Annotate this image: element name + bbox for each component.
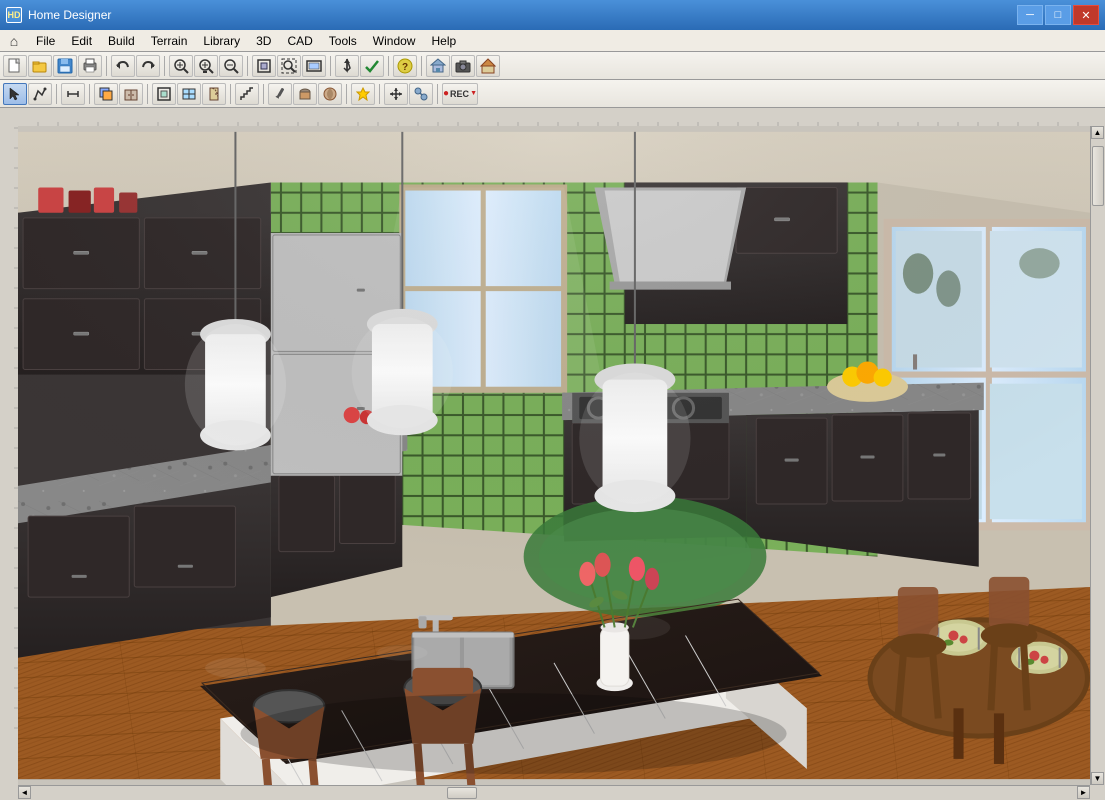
menu-file[interactable]: File xyxy=(28,30,63,51)
paint-button[interactable] xyxy=(268,83,292,105)
transform-button[interactable] xyxy=(384,83,408,105)
polyline-button[interactable] xyxy=(28,83,52,105)
scroll-right-button[interactable]: ► xyxy=(1077,786,1090,799)
menu-terrain[interactable]: Terrain xyxy=(143,30,196,51)
separator-3 xyxy=(247,56,248,76)
toolbar-1: ? xyxy=(0,52,1105,80)
app-icon: HD xyxy=(6,7,22,23)
separator-6 xyxy=(421,56,422,76)
fill-screen-button[interactable] xyxy=(302,55,326,77)
svg-text:?: ? xyxy=(402,62,408,73)
3d-viewport[interactable] xyxy=(18,126,1090,785)
door-tool-button[interactable] xyxy=(202,83,226,105)
top-ruler xyxy=(18,108,1105,126)
window-tool-button[interactable] xyxy=(177,83,201,105)
separator-t2-4 xyxy=(230,84,231,104)
fill-tool-button[interactable] xyxy=(94,83,118,105)
texture-button[interactable] xyxy=(293,83,317,105)
menu-edit[interactable]: Edit xyxy=(63,30,100,51)
help-button[interactable]: ? xyxy=(393,55,417,77)
select-tool-button[interactable] xyxy=(3,83,27,105)
separator-t2-8 xyxy=(437,84,438,104)
window-title: Home Designer xyxy=(28,8,1017,22)
house-front-button[interactable] xyxy=(476,55,500,77)
camera-button[interactable] xyxy=(451,55,475,77)
separator-2 xyxy=(164,56,165,76)
cabinet-tool-button[interactable] xyxy=(119,83,143,105)
material-button[interactable] xyxy=(318,83,342,105)
minimize-button[interactable]: ─ xyxy=(1017,5,1043,25)
scroll-down-button[interactable]: ▼ xyxy=(1091,772,1104,785)
menu-cad[interactable]: CAD xyxy=(279,30,320,51)
undo-button[interactable] xyxy=(111,55,135,77)
zoom-in-button[interactable] xyxy=(194,55,218,77)
kitchen-scene-svg xyxy=(18,126,1090,785)
separator-t2-3 xyxy=(147,84,148,104)
window-controls: ─ □ ✕ xyxy=(1017,5,1099,25)
scroll-thumb-vertical[interactable] xyxy=(1092,146,1104,206)
separator-t2-7 xyxy=(379,84,380,104)
connect-button[interactable] xyxy=(409,83,433,105)
new-button[interactable] xyxy=(3,55,27,77)
interior-button[interactable] xyxy=(152,83,176,105)
redo-button[interactable] xyxy=(136,55,160,77)
print-button[interactable] xyxy=(78,55,102,77)
main-area: ▲ ▼ ◄ ► xyxy=(0,108,1105,800)
check-button[interactable] xyxy=(360,55,384,77)
scroll-up-button[interactable]: ▲ xyxy=(1091,126,1104,139)
menu-tools[interactable]: Tools xyxy=(321,30,365,51)
3d-house-button[interactable] xyxy=(426,55,450,77)
save-button[interactable] xyxy=(53,55,77,77)
separator-5 xyxy=(388,56,389,76)
scrollbar-corner xyxy=(1090,785,1105,800)
menu-build[interactable]: Build xyxy=(100,30,143,51)
title-bar: HD Home Designer ─ □ ✕ xyxy=(0,0,1105,30)
vertical-scrollbar[interactable]: ▲ ▼ xyxy=(1090,126,1105,785)
menu-library[interactable]: Library xyxy=(195,30,248,51)
toolbar-2: ● REC ▼ xyxy=(0,80,1105,108)
zoom-fit-button[interactable] xyxy=(252,55,276,77)
scroll-left-button[interactable]: ◄ xyxy=(18,786,31,799)
arrow-tool-button[interactable] xyxy=(335,55,359,77)
zoom-magnify-button[interactable] xyxy=(169,55,193,77)
horizontal-scrollbar[interactable]: ◄ ► xyxy=(18,785,1090,800)
menu-bar: ⌂ File Edit Build Terrain Library 3D CAD… xyxy=(0,30,1105,52)
left-ruler xyxy=(0,108,18,800)
record-button[interactable]: ● REC ▼ xyxy=(442,83,478,105)
dimension-button[interactable] xyxy=(61,83,85,105)
close-button[interactable]: ✕ xyxy=(1073,5,1099,25)
zoom-rect-button[interactable] xyxy=(277,55,301,77)
separator-t2-5 xyxy=(263,84,264,104)
separator-1 xyxy=(106,56,107,76)
menu-3d[interactable]: 3D xyxy=(248,30,279,51)
open-button[interactable] xyxy=(28,55,52,77)
menu-help[interactable]: Help xyxy=(423,30,464,51)
symbol-button[interactable] xyxy=(351,83,375,105)
separator-t2-6 xyxy=(346,84,347,104)
separator-t2-1 xyxy=(56,84,57,104)
zoom-out-button[interactable] xyxy=(219,55,243,77)
app-menu-icon[interactable]: ⌂ xyxy=(4,30,24,52)
maximize-button[interactable]: □ xyxy=(1045,5,1071,25)
separator-t2-2 xyxy=(89,84,90,104)
canvas-area: ▲ ▼ ◄ ► xyxy=(18,108,1105,800)
menu-window[interactable]: Window xyxy=(365,30,424,51)
separator-4 xyxy=(330,56,331,76)
scroll-thumb-horizontal[interactable] xyxy=(447,787,477,799)
stair-tool-button[interactable] xyxy=(235,83,259,105)
